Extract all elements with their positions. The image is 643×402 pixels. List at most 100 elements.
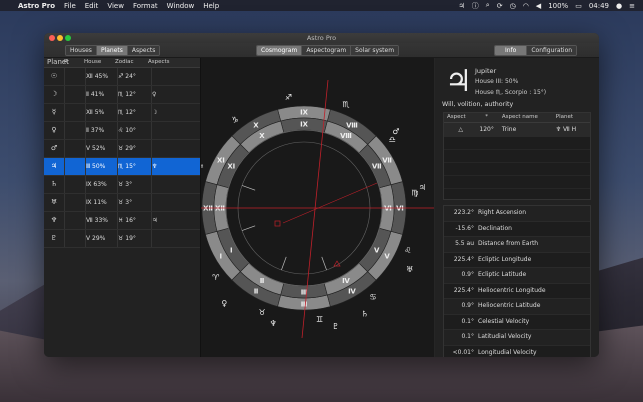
- tab-configuration[interactable]: Configuration: [527, 46, 577, 55]
- value-label: Ecliptic Longitude: [478, 255, 532, 263]
- menu-window[interactable]: Window: [167, 2, 195, 10]
- menubar: Astro Pro File Edit View Format Window H…: [0, 0, 643, 11]
- value-row: 225.4° Ecliptic Longitude: [444, 253, 590, 268]
- info-icon[interactable]: ⓘ: [472, 1, 479, 11]
- planet-row[interactable]: ♄ Ⅸ 63% ♉ 3°: [44, 176, 200, 194]
- house-cell: Ⅸ 63%: [86, 176, 118, 193]
- zodiac-sign-icon: ♍: [411, 188, 418, 197]
- house-numeral: Ⅳ: [342, 277, 350, 285]
- header-aspect-name[interactable]: Aspect name: [499, 113, 553, 122]
- aspect-table: Aspect * Aspect name Planet △ 120° Trine…: [443, 112, 591, 200]
- header-zodiac[interactable]: Zodiac: [115, 58, 148, 67]
- menu-help[interactable]: Help: [203, 2, 219, 10]
- outer-house-numeral: Ⅱ: [254, 288, 259, 296]
- outer-house-numeral: Ⅺ: [217, 157, 225, 165]
- planet-table-body: ☉ Ⅻ 45% ♐ 24° ☽ Ⅱ 41% ♏ 12° ♀ ☿ Ⅻ 5% ♏ 12° ☽ ♀ Ⅱ 37%…: [44, 68, 200, 248]
- clock-time[interactable]: 04:49: [589, 2, 609, 10]
- refresh-icon[interactable]: ⟳: [497, 2, 503, 10]
- retrograde-cell: [65, 194, 86, 211]
- menu-app-name[interactable]: Astro Pro: [18, 2, 55, 10]
- tab-cosmogram[interactable]: Cosmogram: [257, 46, 303, 55]
- cosmogram-chart[interactable]: ⅠⅠⅡⅡⅢⅢⅣⅣⅤⅤⅥⅥⅦⅦⅧⅧⅨⅨⅩⅩⅪⅪⅫⅫ♈♉♊♋♌♍♎♏♐♑♒♓☉☽☿♀…: [183, 58, 434, 357]
- search-icon[interactable]: ⌕: [486, 1, 490, 10]
- aspect-row[interactable]: △ 120° Trine ♆ Ⅶ H: [444, 123, 590, 137]
- header-aspect[interactable]: Aspect: [444, 113, 474, 122]
- menu-format[interactable]: Format: [133, 2, 158, 10]
- zodiac-cell: ♓ 16°: [118, 212, 152, 229]
- tab-aspects[interactable]: Aspects: [127, 46, 160, 55]
- aspects-cell: ♃: [152, 217, 158, 224]
- planet-glyph-icon: ♂: [44, 140, 65, 157]
- menu-edit[interactable]: Edit: [85, 2, 99, 10]
- house-cell: Ⅱ 41%: [86, 86, 118, 103]
- user-icon[interactable]: ●: [616, 2, 622, 10]
- tab-info[interactable]: Info: [495, 46, 528, 55]
- outer-house-numeral: Ⅲ: [301, 301, 308, 309]
- planet-row[interactable]: ☉ Ⅻ 45% ♐ 24°: [44, 68, 200, 86]
- planet-row[interactable]: ♅ Ⅸ 11% ♉ 3°: [44, 194, 200, 212]
- value-number: 225.4°: [453, 255, 474, 263]
- volume-icon[interactable]: ◀: [536, 2, 541, 10]
- header-retrograde[interactable]: R: [64, 58, 84, 67]
- zodiac-cell: ♉ 3°: [118, 194, 152, 211]
- tab-planets[interactable]: Planets: [96, 46, 128, 55]
- planet-row[interactable]: ♇ Ⅴ 29% ♉ 19°: [44, 230, 200, 248]
- aspect-empty-row: [444, 163, 590, 176]
- zodiac-sign-icon: ♈: [212, 273, 219, 282]
- planet-glyph-icon: ♆: [44, 212, 65, 229]
- planet-table-header: Planet R House Zodiac Aspects: [44, 58, 200, 68]
- header-aspects[interactable]: Aspects: [148, 58, 188, 67]
- zodiac-sign-icon: ♉: [258, 308, 265, 317]
- header-angle[interactable]: *: [474, 113, 498, 122]
- header-planet[interactable]: Planet: [44, 58, 69, 67]
- clock-icon[interactable]: ◷: [510, 2, 516, 10]
- planet-glyph-icon: ☿: [44, 104, 65, 121]
- value-row: <0.01° Longitudial Velocity: [444, 346, 590, 358]
- tab-solar-system[interactable]: Solar system: [351, 46, 399, 55]
- aspects-cell: ♆: [152, 163, 158, 170]
- retrograde-cell: [65, 140, 86, 157]
- planet-row[interactable]: ♂ Ⅴ 52% ♉ 29°: [44, 140, 200, 158]
- value-label: Heliocentric Longitude: [478, 286, 546, 294]
- retrograde-cell: [65, 104, 86, 121]
- retrograde-cell: [65, 230, 86, 247]
- value-row: 0.9° Heliocentric Latitude: [444, 299, 590, 315]
- value-label: Celestial Velocity: [478, 317, 530, 325]
- planet-glyph-icon: ♃: [44, 158, 65, 175]
- value-label: Ecliptic Latitude: [478, 271, 527, 278]
- outer-house-numeral: Ⅶ: [382, 157, 392, 165]
- menu-list-icon[interactable]: ≡: [629, 2, 635, 10]
- app-status-icon[interactable]: ♃: [459, 2, 465, 10]
- planet-glyph-icon: ♀: [221, 299, 227, 308]
- tab-aspectogram[interactable]: Aspectogram: [302, 46, 352, 55]
- header-house[interactable]: House: [84, 58, 115, 67]
- tab-houses[interactable]: Houses: [66, 46, 97, 55]
- aspects-cell: [152, 68, 192, 85]
- value-row: 5.5 au Distance from Earth: [444, 237, 590, 253]
- planet-row[interactable]: ☽ Ⅱ 41% ♏ 12° ♀: [44, 86, 200, 104]
- outer-house-numeral: Ⅵ: [396, 205, 404, 213]
- battery-percent[interactable]: 100%: [548, 2, 568, 10]
- value-number: <0.01°: [452, 348, 474, 356]
- header-aspect-planet[interactable]: Planet: [553, 113, 590, 122]
- retrograde-cell: [65, 68, 86, 85]
- zodiac-cell: ♏ 12°: [118, 86, 152, 103]
- planet-row[interactable]: ♃ Ⅲ 50% ♏ 15° ♆: [44, 158, 200, 176]
- value-row: 0.1° Latitudial Velocity: [444, 330, 590, 346]
- aspects-cell: [152, 194, 192, 211]
- house-cell: Ⅴ 52%: [86, 140, 118, 157]
- battery-icon[interactable]: ▭: [575, 2, 582, 10]
- menu-view[interactable]: View: [107, 2, 124, 10]
- planet-row[interactable]: ☿ Ⅻ 5% ♏ 12° ☽: [44, 104, 200, 122]
- house-numeral: Ⅱ: [260, 277, 265, 285]
- planet-row[interactable]: ♆ Ⅶ 33% ♓ 16° ♃: [44, 212, 200, 230]
- planet-row[interactable]: ♀ Ⅱ 37% ♌ 10°: [44, 122, 200, 140]
- zodiac-sign-icon: ♏: [342, 100, 350, 109]
- value-number: 0.9°: [461, 271, 474, 278]
- value-label: Distance from Earth: [478, 240, 539, 247]
- right-segmented-control: Info Configuration: [494, 45, 578, 56]
- aspect-empty-row: [444, 137, 590, 150]
- zodiac-cell: ♏ 15°: [118, 158, 152, 175]
- wifi-icon[interactable]: ◠: [523, 2, 529, 10]
- menu-file[interactable]: File: [64, 2, 76, 10]
